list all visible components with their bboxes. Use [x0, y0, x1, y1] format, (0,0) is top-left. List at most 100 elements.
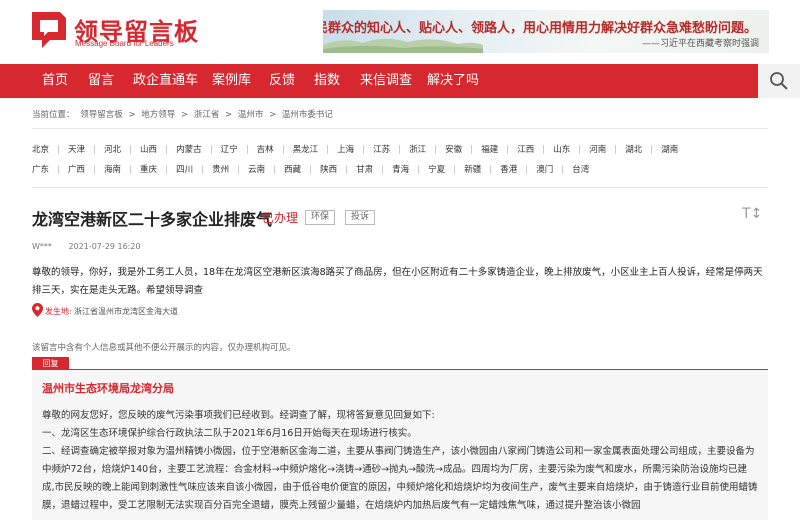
tag-complaint[interactable]: 投诉: [345, 210, 376, 225]
province-link[interactable]: 安徽: [445, 143, 462, 155]
province-separator: [166, 165, 168, 174]
location-label: 发生地:: [45, 307, 72, 316]
nav-home[interactable]: 首页: [42, 64, 68, 98]
province-link[interactable]: 浙江: [409, 143, 426, 155]
province-link[interactable]: 海南: [104, 163, 121, 175]
province-separator: [562, 165, 564, 174]
province-link[interactable]: 四川: [176, 163, 193, 175]
province-separator: [435, 145, 437, 154]
province-link[interactable]: 辽宁: [221, 143, 238, 155]
province-link[interactable]: 内蒙古: [176, 143, 202, 155]
nav-feedback[interactable]: 反馈: [269, 64, 295, 98]
reply-paragraph: 一、龙湾区生态环境保护综合行政执法二队于2021年6月16日开始每天在现场进行核…: [42, 428, 417, 439]
message-meta: W*** 2021-07-29 16:20: [32, 242, 155, 251]
province-link[interactable]: 河南: [589, 143, 606, 155]
breadcrumb-prefix: 当前位置：: [32, 110, 75, 120]
province-link[interactable]: 江西: [517, 143, 534, 155]
province-link[interactable]: 北京: [32, 143, 49, 155]
breadcrumb-separator: >: [180, 110, 189, 120]
province-link[interactable]: 上海: [337, 143, 354, 155]
banner-landscape-icon: [323, 38, 483, 53]
province-link[interactable]: 黑龙江: [293, 143, 319, 155]
site-logo[interactable]: 领导留言板 Message Board for Leaders: [30, 10, 210, 52]
province-link[interactable]: 天津: [68, 143, 85, 155]
province-link[interactable]: 陕西: [320, 163, 337, 175]
province-separator: [454, 165, 456, 174]
province-separator: [399, 145, 401, 154]
reply-content: 尊敬的网友您好，您反映的废气污染事项我们已经收到。经调查了解，现将答复意见回复如…: [42, 407, 758, 515]
breadcrumb-separator: >: [128, 110, 136, 120]
province-link[interactable]: 香港: [500, 163, 517, 175]
province-separator: [58, 165, 60, 174]
nav-resolved[interactable]: 解决了吗: [427, 64, 479, 98]
banner-slogan: 当好人民群众的知心人、贴心人、领路人，用心用情用力解决好群众急难愁盼问题。: [323, 21, 757, 36]
author: W***: [32, 242, 52, 251]
province-separator: [130, 145, 132, 154]
nav-index[interactable]: 指数: [314, 64, 340, 98]
province-row: 广东 广西 海南 重庆 四川 贵州 云南 西藏 陕西 甘肃 青海 宁夏 新疆 香港 澳门 台湾: [32, 163, 589, 177]
province-separator: [363, 145, 365, 154]
nav-message[interactable]: 留言: [88, 64, 114, 98]
province-link[interactable]: 山东: [553, 143, 570, 155]
breadcrumb-link[interactable]: 浙江省: [194, 110, 220, 120]
province-link[interactable]: 贵州: [212, 163, 229, 175]
province-separator: [526, 165, 528, 174]
tag-environment[interactable]: 环保: [305, 210, 336, 225]
province-separator: [166, 145, 168, 154]
breadcrumb-link[interactable]: 温州市: [238, 110, 264, 120]
province-link[interactable]: 台湾: [572, 163, 589, 175]
province-link[interactable]: 西藏: [284, 163, 301, 175]
province-link[interactable]: 山西: [140, 143, 157, 155]
province-link[interactable]: 河北: [104, 143, 121, 155]
reply-paragraph: 尊敬的网友您好，您反映的废气污染事项我们已经收到。经调查了解，现将答复意见回复如…: [42, 410, 435, 421]
location-value: 浙江省温州市龙湾区金海大道: [74, 307, 178, 316]
breadcrumb-link[interactable]: 地方领导: [141, 110, 175, 120]
province-link[interactable]: 广东: [32, 163, 49, 175]
province-link[interactable]: 甘肃: [356, 163, 373, 175]
divider: [32, 187, 768, 188]
province-link[interactable]: 江苏: [373, 143, 390, 155]
nav-enterprise[interactable]: 政企直通车: [133, 64, 198, 98]
province-separator: [490, 165, 492, 174]
province-separator: [471, 145, 473, 154]
province-link[interactable]: 澳门: [536, 163, 553, 175]
breadcrumb-link[interactable]: 温州市委书记: [282, 110, 333, 120]
timestamp: 2021-07-29 16:20: [68, 242, 141, 251]
reply-paragraph: 二、经调查确定被举报对象为温州精铸小微园，位于空港新区金海二道，主要从事阀门铸造…: [42, 446, 758, 511]
province-link[interactable]: 湖南: [661, 143, 678, 155]
province-separator: [382, 165, 384, 174]
province-row: 北京 天津 河北 山西 内蒙古 辽宁 吉林 黑龙江 上海 江苏 浙江 安徽 福建 江西 山东 河南 湖北 湖南: [32, 143, 678, 157]
province-link[interactable]: 新疆: [464, 163, 481, 175]
logo-subtitle: Message Board for Leaders: [75, 39, 174, 48]
province-link[interactable]: 重庆: [140, 163, 157, 175]
message-content: 尊敬的领导，你好，我是外工务工人员，18年在龙湾区空港新区滨海8路买了商品房，但…: [32, 267, 763, 296]
breadcrumb-link[interactable]: 领导留言板: [80, 110, 123, 120]
search-button[interactable]: [758, 64, 800, 98]
province-separator: [130, 165, 132, 174]
province-separator: [615, 145, 617, 154]
nav-cases[interactable]: 案例库: [212, 64, 251, 98]
province-link[interactable]: 云南: [248, 163, 265, 175]
province-link[interactable]: 广西: [68, 163, 85, 175]
main-nav: 首页 留言 政企直通车 案例库 反馈 指数 来信调查 解决了吗: [0, 64, 800, 98]
province-separator: [210, 145, 212, 154]
province-separator: [238, 165, 240, 174]
province-separator: [579, 145, 581, 154]
province-link[interactable]: 福建: [481, 143, 498, 155]
province-separator: [418, 165, 420, 174]
reply-panel: 温州市生态环境局龙湾分局 尊敬的网友您好，您反映的废气污染事项我们已经收到。经调…: [32, 370, 768, 520]
province-separator: [651, 145, 653, 154]
breadcrumb: 当前位置： 领导留言板 > 地方领导 > 浙江省 > 温州市 > 温州市委书记: [32, 108, 336, 120]
province-separator: [94, 145, 96, 154]
location-pin-icon: [32, 303, 43, 317]
province-link[interactable]: 湖北: [625, 143, 642, 155]
nav-survey[interactable]: 来信调查: [360, 64, 412, 98]
province-link[interactable]: 吉林: [257, 143, 274, 155]
message-title: 龙湾空港新区二十多家企业排废气: [32, 210, 273, 229]
font-size-icon[interactable]: T↕: [742, 206, 762, 222]
province-link[interactable]: 宁夏: [428, 163, 445, 175]
reply-organization: 温州市生态环境局龙湾分局: [42, 382, 174, 395]
province-separator: [246, 145, 248, 154]
province-link[interactable]: 青海: [392, 163, 409, 175]
province-separator: [346, 165, 348, 174]
